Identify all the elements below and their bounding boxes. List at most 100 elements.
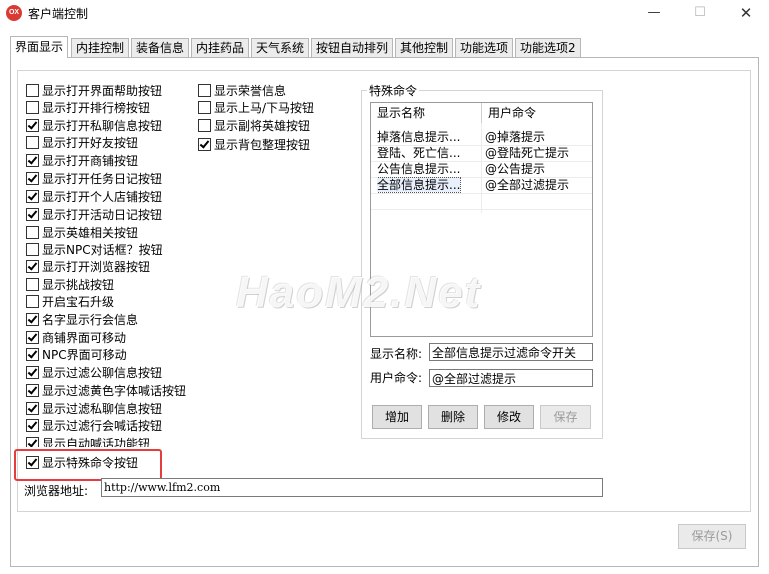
checkbox-label: 显示过滤公聊信息按钮 [42,366,163,380]
checkbox-show-personal-store[interactable]: 显示打开个人店铺按钮 [26,189,162,205]
checkbox-shop-movable[interactable]: 商铺界面可移动 [26,330,126,346]
add-button[interactable]: 增加 [372,405,422,429]
checkbox-show-task-diary[interactable]: 显示打开任务日记按钮 [26,171,162,187]
checkbox-show-bag-sort[interactable]: 显示背包整理按钮 [198,137,310,153]
display-name-field[interactable]: 全部信息提示过滤命令开关 [429,343,593,361]
checkbox-box[interactable] [26,154,39,167]
tab-equipment-info[interactable]: 装备信息 [131,38,190,57]
tab-function-options[interactable]: 功能选项 [455,38,514,57]
checkbox-box[interactable] [26,136,39,149]
checkbox-show-hero[interactable]: 显示英雄相关按钮 [26,225,138,241]
checkbox-box[interactable] [26,84,39,97]
checkbox-filter-yellow-shout[interactable]: 显示过滤黄色字体喊话按钮 [26,383,186,399]
checkbox-box[interactable] [198,119,211,132]
checkbox-label: 显示打开私聊信息按钮 [42,119,163,133]
command-list[interactable]: 显示名称 用户命令 掉落信息提示... @掉落提示 登陆、死亡信... @登陆死… [370,102,593,337]
checkbox-show-deputy-hero[interactable]: 显示副将英雄按钮 [198,118,310,134]
checkbox-box[interactable] [198,101,211,114]
list-item-selected[interactable]: 全部信息提示... @全部过滤提示 [371,177,592,194]
list-item[interactable]: 掉落信息提示... @掉落提示 [371,129,592,146]
maximize-button[interactable]: ☐ [677,0,723,26]
checkbox-show-ranking[interactable]: 显示打开排行榜按钮 [26,100,150,116]
checkbox-show-honor[interactable]: 显示荣誉信息 [198,83,286,99]
checkbox-label: 显示上马/下马按钮 [214,101,315,115]
cell-text: 登陆、死亡信... [377,146,461,160]
check-mark-icon [27,260,38,271]
checkbox-box[interactable] [26,172,39,185]
check-mark-icon [27,348,38,359]
check-mark-icon [27,419,38,430]
checkbox-box[interactable] [26,384,39,397]
checkbox-box[interactable] [26,295,39,308]
tab-button-auto-arrange[interactable]: 按钮自动排列 [311,38,394,57]
checkbox-box[interactable] [26,419,39,432]
checkbox-box[interactable] [26,366,39,379]
check-mark-icon [27,313,38,324]
checkbox-box[interactable] [26,208,39,221]
column-header-display-name[interactable]: 显示名称 [371,103,482,123]
column-header-user-command[interactable]: 用户命令 [482,103,592,123]
save-button[interactable]: 保存(S) [678,524,746,549]
check-mark-icon [27,366,38,377]
title-bar: OX 客户端控制 — ☐ ✕ [0,0,769,26]
browser-address-field[interactable]: http://www.lfm2.com [101,478,603,497]
checkbox-show-shop[interactable]: 显示打开商铺按钮 [26,153,138,169]
checkbox-box[interactable] [26,402,39,415]
tab-interface-display[interactable]: 界面显示 [10,36,69,58]
checkbox-box[interactable] [26,119,39,132]
checkbox-show-npc-dialog[interactable]: 显示NPC对话框？按钮 [26,242,163,258]
tab-weather-system[interactable]: 天气系统 [251,38,310,57]
user-command-field[interactable]: @全部过滤提示 [429,369,593,387]
close-button[interactable]: ✕ [723,0,769,26]
checkbox-show-activity-diary[interactable]: 显示打开活动日记按钮 [26,207,162,223]
list-cell-command: @掉落提示 [485,130,546,144]
checkbox-box[interactable] [198,138,211,151]
list-cell-command: @公告提示 [485,162,546,176]
check-mark-icon [199,138,210,149]
checkbox-show-challenge[interactable]: 显示挑战按钮 [26,277,114,293]
save-command-button[interactable]: 保存 [540,405,591,429]
checkbox-label: 商铺界面可移动 [42,331,127,345]
list-cell-name: 掉落信息提示... [377,129,477,145]
list-empty-row [371,193,592,210]
checkbox-filter-public-chat[interactable]: 显示过滤公聊信息按钮 [26,365,162,381]
checkbox-show-mount[interactable]: 显示上马/下马按钮 [198,100,314,116]
checkbox-box[interactable] [26,331,39,344]
list-cell-command: @登陆死亡提示 [485,146,570,160]
checkbox-box[interactable] [26,348,39,361]
check-mark-icon [27,190,38,201]
check-mark-icon [27,331,38,342]
checkbox-name-guild-info[interactable]: 名字显示行会信息 [26,312,138,328]
browser-address-label: 浏览器地址: [24,484,89,498]
checkbox-box[interactable] [26,226,39,239]
checkbox-box[interactable] [26,260,39,273]
checkbox-npc-movable[interactable]: NPC界面可移动 [26,347,127,363]
checkbox-filter-guild-shout[interactable]: 显示过滤行会喊话按钮 [26,418,162,434]
checkbox-show-help[interactable]: 显示打开界面帮助按钮 [26,83,162,99]
list-item[interactable]: 公告信息提示... @公告提示 [371,161,592,178]
checkbox-show-private-chat[interactable]: 显示打开私聊信息按钮 [26,118,162,134]
tab-plugin-control[interactable]: 内挂控制 [71,38,130,57]
checkbox-show-friends[interactable]: 显示打开好友按钮 [26,135,138,151]
checkbox-label: 名字显示行会信息 [42,313,139,327]
list-item[interactable]: 登陆、死亡信... @登陆死亡提示 [371,145,592,162]
checkbox-filter-private-chat[interactable]: 显示过滤私聊信息按钮 [26,401,162,417]
tab-function-options-2[interactable]: 功能选项2 [515,38,581,57]
checkbox-box[interactable] [26,278,39,291]
list-cell-name: 登陆、死亡信... [377,145,477,161]
delete-button[interactable]: 删除 [428,405,478,429]
checkbox-label: 显示过滤行会喊话按钮 [42,419,163,433]
tab-other-control[interactable]: 其他控制 [395,38,454,57]
modify-button[interactable]: 修改 [484,405,534,429]
checkbox-box[interactable] [26,243,39,256]
minimize-button[interactable]: — [631,0,677,26]
checkbox-box[interactable] [26,190,39,203]
tab-plugin-medicine[interactable]: 内挂药品 [191,38,250,57]
checkbox-gem-upgrade[interactable]: 开启宝石升级 [26,294,114,310]
checkbox-label: 显示打开个人店铺按钮 [42,190,163,204]
checkbox-show-browser[interactable]: 显示打开浏览器按钮 [26,259,150,275]
checkbox-box[interactable] [198,84,211,97]
checkbox-box[interactable] [26,101,39,114]
checkbox-box[interactable] [26,313,39,326]
list-cell-command: @全部过滤提示 [485,178,570,192]
